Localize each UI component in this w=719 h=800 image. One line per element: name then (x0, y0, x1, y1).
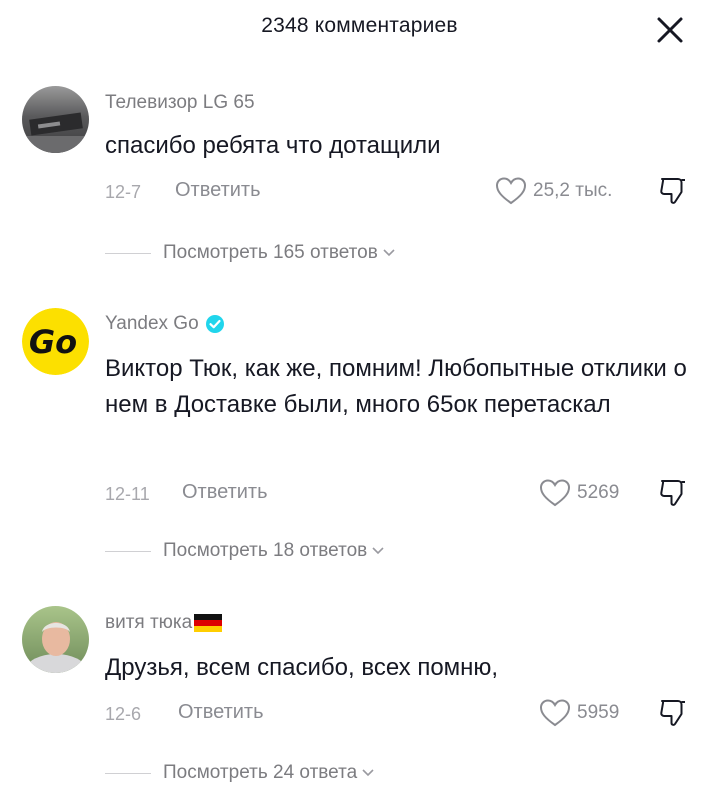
heart-icon (495, 177, 527, 205)
divider-line (105, 252, 151, 254)
german-flag-icon (194, 614, 223, 632)
comment-text: Друзья, всем спасибо, всех помню, (105, 654, 499, 681)
chevron-down-icon (383, 249, 395, 257)
view-replies-button[interactable]: Посмотреть 18 ответов (163, 540, 384, 562)
view-replies-row: Посмотреть 18 ответов (105, 538, 384, 564)
reply-button[interactable]: Ответить (182, 481, 268, 504)
reply-button[interactable]: Ответить (178, 701, 264, 724)
comment-item: витя тюка Друзья, всем спасибо, всех пом… (0, 600, 719, 800)
avatar[interactable] (22, 86, 89, 153)
dislike-button[interactable] (658, 175, 688, 212)
view-replies-label: Посмотреть 18 ответов (163, 540, 368, 561)
chevron-down-icon (362, 769, 374, 777)
close-icon (657, 17, 683, 43)
chevron-down-icon (372, 547, 384, 555)
comment-item: Go Yandex Go Виктор Тюк, как же, помним!… (0, 300, 719, 590)
comment-author[interactable]: Yandex Go (105, 313, 225, 335)
like-button[interactable]: 5959 (539, 697, 619, 729)
view-replies-button[interactable]: Посмотреть 24 ответа (163, 762, 374, 784)
like-count: 5959 (577, 702, 620, 723)
view-replies-label: Посмотреть 24 ответа (163, 762, 358, 783)
dislike-icon (660, 178, 685, 204)
like-count: 25,2 тыс. (533, 180, 613, 201)
divider-line (105, 550, 151, 552)
avatar-logo-text: Go (29, 323, 77, 361)
heart-icon (539, 479, 571, 507)
verified-badge-icon (205, 315, 224, 333)
comment-text: спасибо ребята что дотащили (105, 132, 441, 159)
divider-line (105, 772, 151, 774)
close-button[interactable] (651, 11, 689, 49)
avatar[interactable]: Go (22, 308, 89, 375)
like-button[interactable]: 5269 (539, 477, 619, 509)
comment-author[interactable]: Телевизор LG 65 (105, 92, 255, 114)
dislike-icon (660, 700, 685, 726)
dislike-button[interactable] (658, 697, 688, 734)
dislike-icon (660, 480, 685, 506)
comments-header: 2348 комментариев (0, 0, 719, 58)
author-name: Телевизор LG 65 (105, 92, 255, 113)
reply-button[interactable]: Ответить (175, 179, 261, 202)
comments-count-title: 2348 комментариев (261, 14, 458, 37)
author-name: Yandex Go (105, 313, 199, 334)
view-replies-label: Посмотреть 165 ответов (163, 242, 378, 263)
view-replies-row: Посмотреть 165 ответов (105, 240, 395, 266)
comment-item: Телевизор LG 65 спасибо ребята что дотащ… (0, 84, 719, 274)
view-replies-row: Посмотреть 24 ответа (105, 760, 374, 786)
heart-icon (539, 699, 571, 727)
like-count: 5269 (577, 482, 620, 503)
author-name: витя тюка (105, 612, 193, 633)
avatar[interactable] (22, 606, 89, 673)
comment-date: 12-6 (105, 704, 142, 724)
comment-meta: 12-6 Ответить 5959 (105, 697, 719, 730)
comment-text: Виктор Тюк, как же, помним! Любопытные о… (105, 355, 687, 418)
like-button[interactable]: 25,2 тыс. (495, 175, 612, 207)
view-replies-button[interactable]: Посмотреть 165 ответов (163, 242, 395, 264)
comment-date: 12-7 (105, 182, 142, 202)
comment-meta: 12-11 Ответить 5269 (105, 477, 719, 510)
dislike-button[interactable] (658, 477, 688, 514)
comment-meta: 12-7 Ответить 25,2 тыс. (105, 175, 719, 208)
comment-date: 12-11 (105, 484, 150, 504)
comment-author[interactable]: витя тюка (105, 612, 223, 634)
